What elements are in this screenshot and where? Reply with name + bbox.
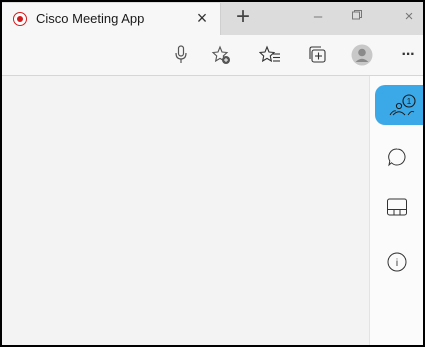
profile-button[interactable] <box>350 43 374 67</box>
close-window-button[interactable]: × <box>398 6 420 28</box>
add-favorite-button[interactable] <box>210 44 232 66</box>
layout-button[interactable] <box>370 187 423 227</box>
restore-button[interactable] <box>346 6 368 28</box>
new-tab-button[interactable]: + <box>230 4 256 30</box>
favorites-button[interactable] <box>259 44 281 66</box>
favorites-icon <box>259 45 280 63</box>
layout-icon <box>387 198 407 216</box>
info-icon: i <box>387 252 407 272</box>
info-glyph: i <box>396 258 398 269</box>
participants-button[interactable]: 1 <box>375 85 423 125</box>
cisco-record-icon <box>13 12 27 26</box>
collections-icon <box>309 46 326 63</box>
collections-button[interactable] <box>306 44 328 66</box>
more-menu-button[interactable]: ··· <box>397 44 419 66</box>
microphone-icon <box>175 45 187 63</box>
profile-icon <box>351 44 373 66</box>
tab-close-icon[interactable]: × <box>192 8 212 28</box>
browser-window: Cisco Meeting App × + – × ··· 1 i <box>0 0 425 347</box>
chat-button[interactable] <box>370 137 423 177</box>
tab-strip: Cisco Meeting App × + – × <box>2 2 423 35</box>
participants-icon: 1 <box>389 94 416 116</box>
participants-badge: 1 <box>407 97 412 106</box>
meeting-content-area <box>2 76 369 345</box>
tab-title: Cisco Meeting App <box>36 11 145 26</box>
info-button[interactable]: i <box>370 242 423 282</box>
add-favorite-icon <box>211 45 230 64</box>
restore-icon <box>352 10 362 20</box>
chat-icon <box>388 148 406 167</box>
microphone-button[interactable] <box>170 44 192 66</box>
meeting-side-panel: 1 i <box>369 76 423 345</box>
minimize-button[interactable]: – <box>307 6 329 28</box>
browser-toolbar: ··· <box>2 35 423 76</box>
tab-cisco-meeting-app[interactable]: Cisco Meeting App × <box>2 3 221 35</box>
